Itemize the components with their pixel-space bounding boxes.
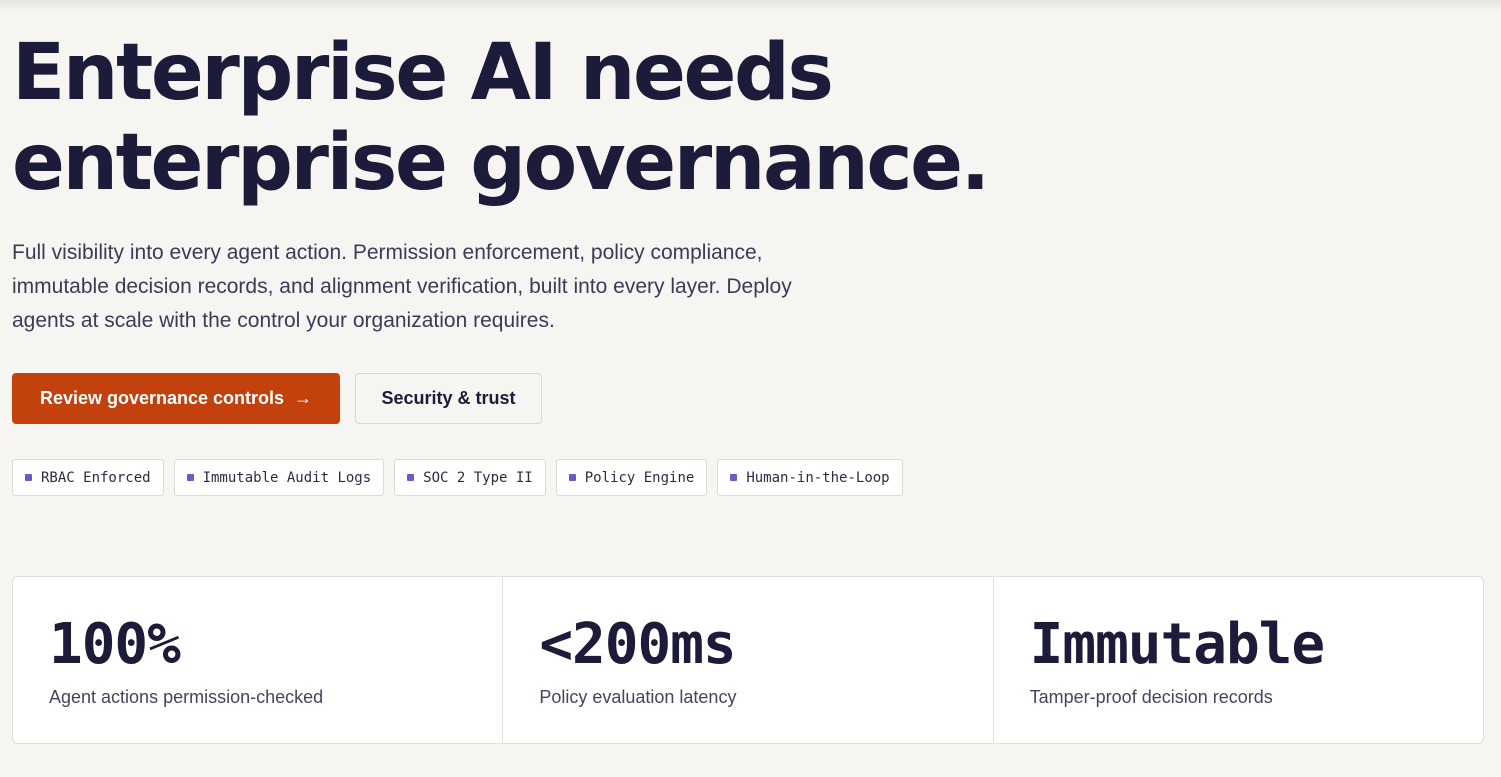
square-bullet-icon [25,474,32,481]
square-bullet-icon [186,474,194,481]
headline-line-2: enterprise governance. [12,118,990,208]
stat-value: 100% [49,612,181,677]
stat-label: Agent actions permission-checked [49,687,324,707]
badge-label: Human-in-the-Loop [746,469,890,486]
security-trust-label: Security & trust [381,388,516,408]
review-governance-controls-label: Review governance controls [39,388,285,408]
stat-policy-latency: <200ms Policy evaluation latency [503,577,994,743]
stat-label: Policy evaluation latency [539,687,737,707]
badge-immutable-audit-logs: Immutable Audit Logs [173,459,385,496]
headline-line-1: Enterprise AI needs [12,28,834,118]
badge-label: Policy Engine [584,469,695,486]
stat-label: Tamper-proof decision records [1029,687,1273,707]
badge-label: SOC 2 Type II [423,469,533,486]
stat-immutable-records: Immutable Tamper-proof decision records [994,577,1483,743]
badge-rbac-enforced: RBAC Enforced [12,459,164,496]
hero-section: Enterprise AI needs enterprise governanc… [12,28,1212,338]
feature-badges: RBAC Enforced Immutable Audit Logs SOC 2… [12,459,903,496]
square-bullet-icon [568,474,576,481]
page-title: Enterprise AI needs enterprise governanc… [12,28,1212,208]
stat-value: <200ms [539,612,736,677]
review-governance-controls-button[interactable]: Review governance controls → [12,373,340,424]
badge-label: RBAC Enforced [41,469,151,486]
arrow-right-icon: → [294,388,313,408]
cta-row: Review governance controls → Security & … [12,373,542,424]
square-bullet-icon [730,474,738,481]
badge-label: Immutable Audit Logs [202,469,372,486]
square-bullet-icon [407,474,415,481]
security-trust-button[interactable]: Security & trust [355,373,542,424]
top-shadow [0,0,1501,14]
badge-human-in-the-loop: Human-in-the-Loop [717,459,903,496]
badge-soc2-type-ii: SOC 2 Type II [394,459,546,496]
stat-value: Immutable [1029,612,1325,677]
badge-policy-engine: Policy Engine [555,459,708,496]
stats-panel: 100% Agent actions permission-checked <2… [12,576,1484,744]
hero-subtitle: Full visibility into every agent action.… [12,241,792,332]
stat-permission-checked: 100% Agent actions permission-checked [13,577,504,743]
